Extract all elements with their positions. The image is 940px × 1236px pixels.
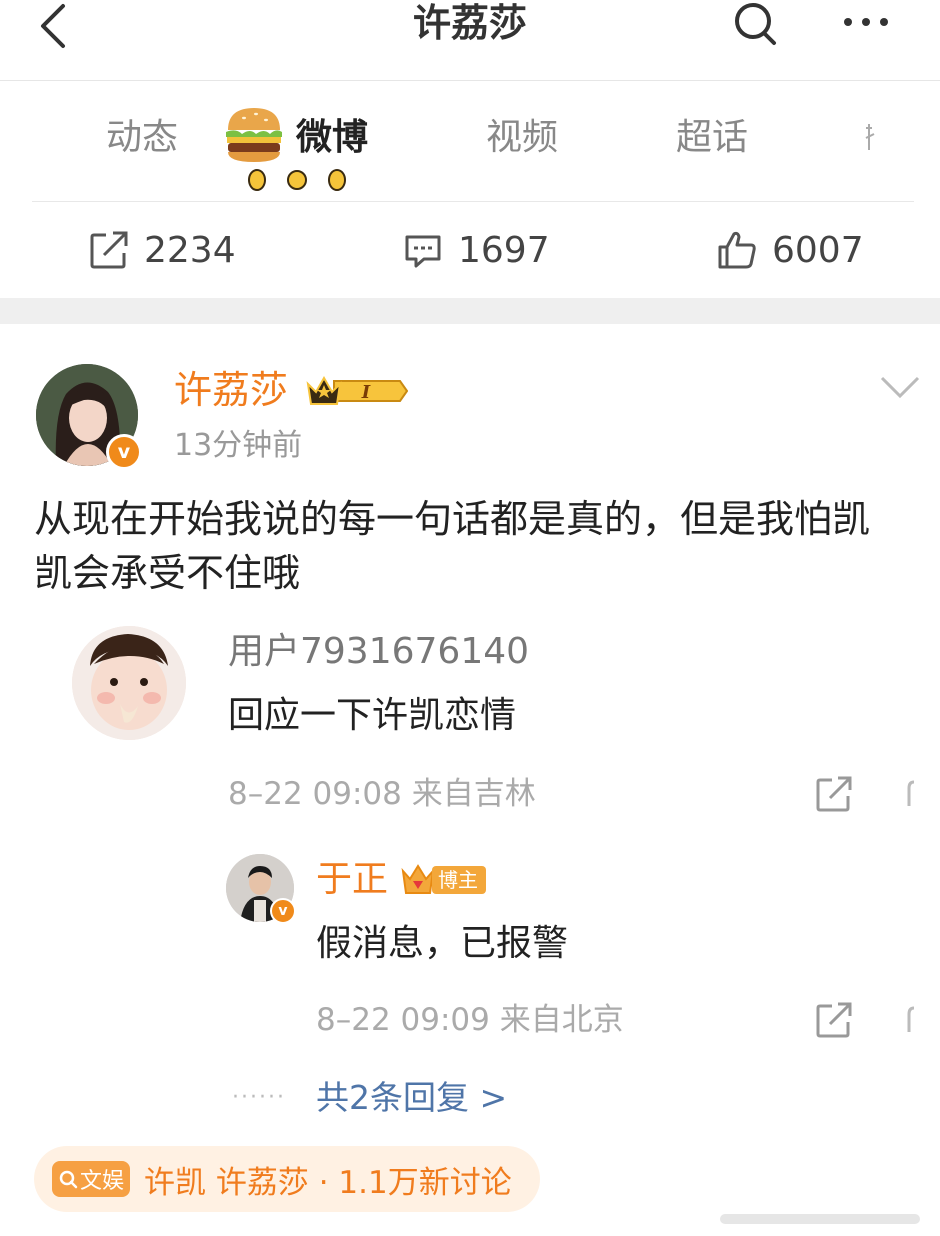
topic-tag: 文娱 — [52, 1161, 131, 1197]
crown-level-badge: I — [304, 372, 409, 410]
verified-badge: v — [106, 434, 142, 470]
blogger-badge: 博主 — [400, 862, 486, 898]
comment-count: 1697 — [458, 229, 550, 271]
tab-weibo[interactable]: 微博 — [296, 110, 368, 166]
repost-icon — [90, 231, 128, 269]
like-button[interactable]: 6007 — [716, 202, 864, 298]
blogger-badge-label: 博主 — [432, 866, 486, 894]
top-bar: 许荔莎 — [0, 0, 940, 80]
watermark — [720, 1204, 930, 1232]
tab-dongtai[interactable]: 动态 — [106, 110, 178, 166]
tab-bar: 动态 微博 视频 超话 — [0, 82, 940, 200]
crown-icon — [401, 864, 435, 894]
topic-pill[interactable]: 文娱 许凯 许荔莎 · 1.1万新讨论 — [34, 1146, 540, 1212]
tab-shipin[interactable]: 视频 — [486, 110, 558, 166]
topic-text: 许凯 许荔莎 · 1.1万新讨论 — [144, 1164, 512, 1201]
comment-icon — [405, 235, 441, 268]
burger-icon — [222, 104, 286, 166]
commenter-name[interactable]: 用户7931676140 — [228, 628, 529, 676]
post-menu-button[interactable] — [878, 370, 922, 406]
comment-text: 回应一下许凯恋情 — [228, 695, 517, 736]
tab-chaohua[interactable]: 超话 — [676, 110, 748, 166]
post-content: 从现在开始我说的每一句话都是真的，但是我怕凯凯会承受不住哦 — [34, 497, 871, 595]
more-replies-link[interactable]: 共2条回复 > — [316, 1076, 507, 1120]
search-button[interactable] — [730, 0, 782, 50]
ellipsis-dots: ······ — [232, 1085, 286, 1110]
reply-text: 假消息，已报警 — [316, 923, 569, 964]
topic-tag-label: 文娱 — [80, 1169, 125, 1194]
tab-overflow[interactable] — [864, 110, 878, 166]
comment-like-edge[interactable] — [906, 776, 916, 812]
page-title: 许荔莎 — [412, 1, 527, 45]
reply-like-edge[interactable] — [906, 1002, 916, 1038]
divider — [0, 80, 940, 81]
coins-decoration — [247, 168, 357, 192]
post-time: 13分钟前 — [174, 428, 303, 463]
reply-meta: 8–22 09:09 来自北京 — [316, 1002, 624, 1038]
comment-share-button[interactable] — [812, 772, 856, 816]
reply-share-button[interactable] — [812, 998, 856, 1042]
section-gap — [0, 298, 940, 324]
commenter-avatar[interactable] — [72, 626, 186, 740]
level-text: I — [361, 382, 371, 403]
thumbs-up-icon — [718, 231, 756, 269]
verified-badge: v — [270, 898, 296, 924]
share-icon — [816, 776, 852, 812]
share-icon — [816, 1002, 852, 1038]
search-icon — [59, 1170, 78, 1189]
more-icon — [844, 18, 888, 26]
comment-button[interactable]: 1697 — [402, 202, 550, 298]
more-button[interactable] — [840, 0, 892, 46]
like-count: 6007 — [772, 229, 864, 271]
chevron-down-icon — [880, 376, 920, 399]
replier-name[interactable]: 于正 — [316, 856, 388, 904]
post-author[interactable]: 许荔莎 — [174, 364, 288, 416]
action-bar: 2234 1697 6007 — [0, 202, 940, 298]
repost-button[interactable]: 2234 — [88, 202, 236, 298]
comment-meta: 8–22 09:08 来自吉林 — [228, 776, 536, 812]
search-icon — [735, 3, 776, 45]
repost-count: 2234 — [144, 229, 236, 271]
